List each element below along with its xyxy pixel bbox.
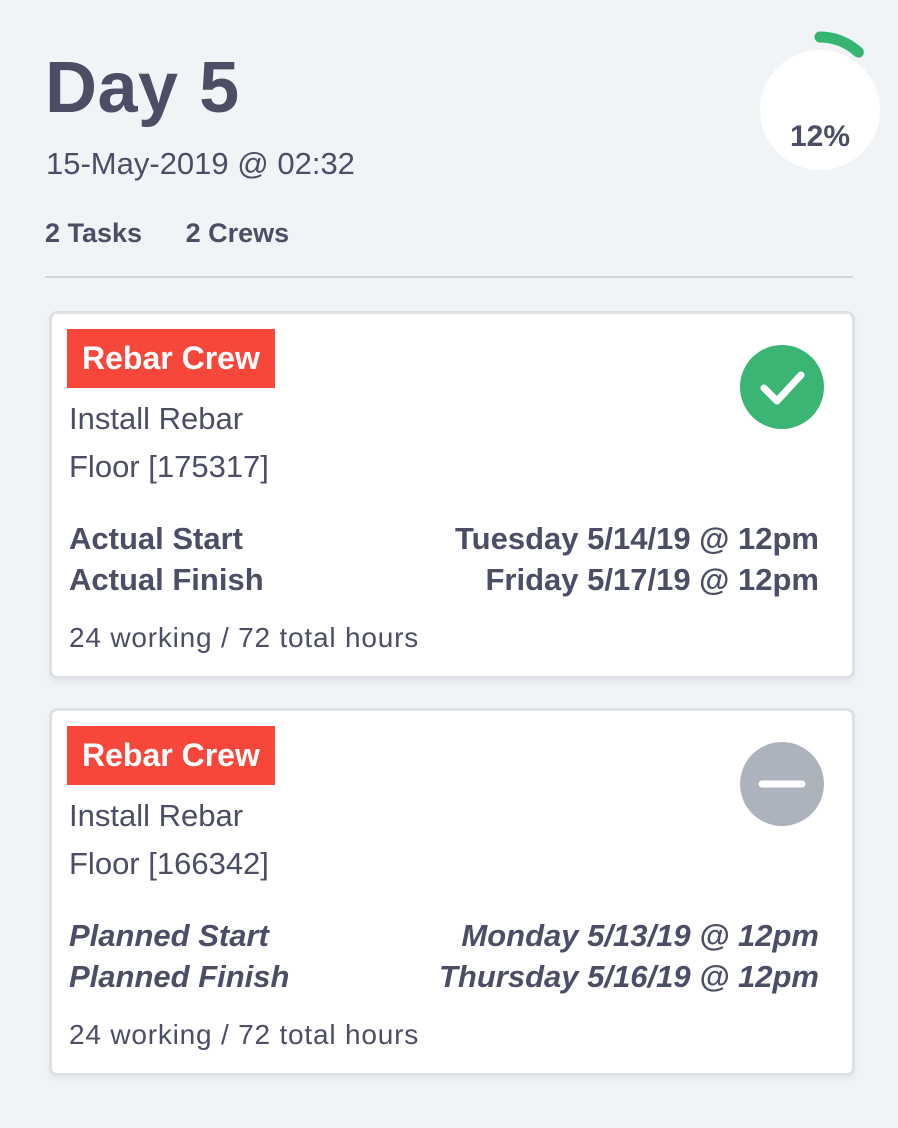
day-header: Day 5 15-May-2019 @ 02:32 2 Tasks 2 Crew…: [45, 0, 880, 280]
crews-count[interactable]: 2 Crews: [186, 218, 290, 248]
start-value: Tuesday 5/14/19 @ 12pm: [455, 521, 819, 556]
minus-circle-icon[interactable]: [740, 742, 824, 826]
start-value: Monday 5/13/19 @ 12pm: [461, 918, 819, 953]
task-hours: 24 working / 72 total hours: [69, 622, 420, 653]
checkmark-circle-icon[interactable]: [740, 345, 824, 429]
finish-label: Planned Finish: [69, 959, 290, 994]
crew-badge: Rebar Crew: [67, 726, 275, 785]
start-label: Planned Start: [69, 918, 269, 953]
task-name: Install Rebar: [69, 401, 244, 436]
progress-ring-icon: [760, 31, 880, 170]
progress-indicator: 12%: [757, 30, 883, 180]
finish-label: Actual Finish: [69, 562, 264, 597]
tasks-count[interactable]: 2 Tasks: [45, 218, 142, 248]
start-label: Actual Start: [69, 521, 243, 556]
task-hours: 24 working / 72 total hours: [69, 1019, 420, 1050]
task-name: Install Rebar: [69, 798, 244, 833]
header-divider: [45, 276, 853, 278]
finish-value: Thursday 5/16/19 @ 12pm: [438, 959, 819, 994]
task-card[interactable]: Rebar Crew Install Rebar Floor [175317] …: [49, 311, 855, 679]
crew-badge: Rebar Crew: [67, 329, 275, 388]
task-location: Floor [175317]: [69, 449, 269, 484]
task-card[interactable]: Rebar Crew Install Rebar Floor [166342] …: [49, 708, 855, 1076]
task-location: Floor [166342]: [69, 846, 269, 881]
day-stats: 2 Tasks 2 Crews: [45, 216, 325, 250]
day-datetime: 15-May-2019 @ 02:32: [46, 146, 355, 181]
progress-percent: 12%: [789, 120, 851, 153]
page-title: Day 5: [45, 48, 240, 128]
finish-value: Friday 5/17/19 @ 12pm: [485, 562, 819, 597]
progress-arc: [814, 31, 864, 58]
